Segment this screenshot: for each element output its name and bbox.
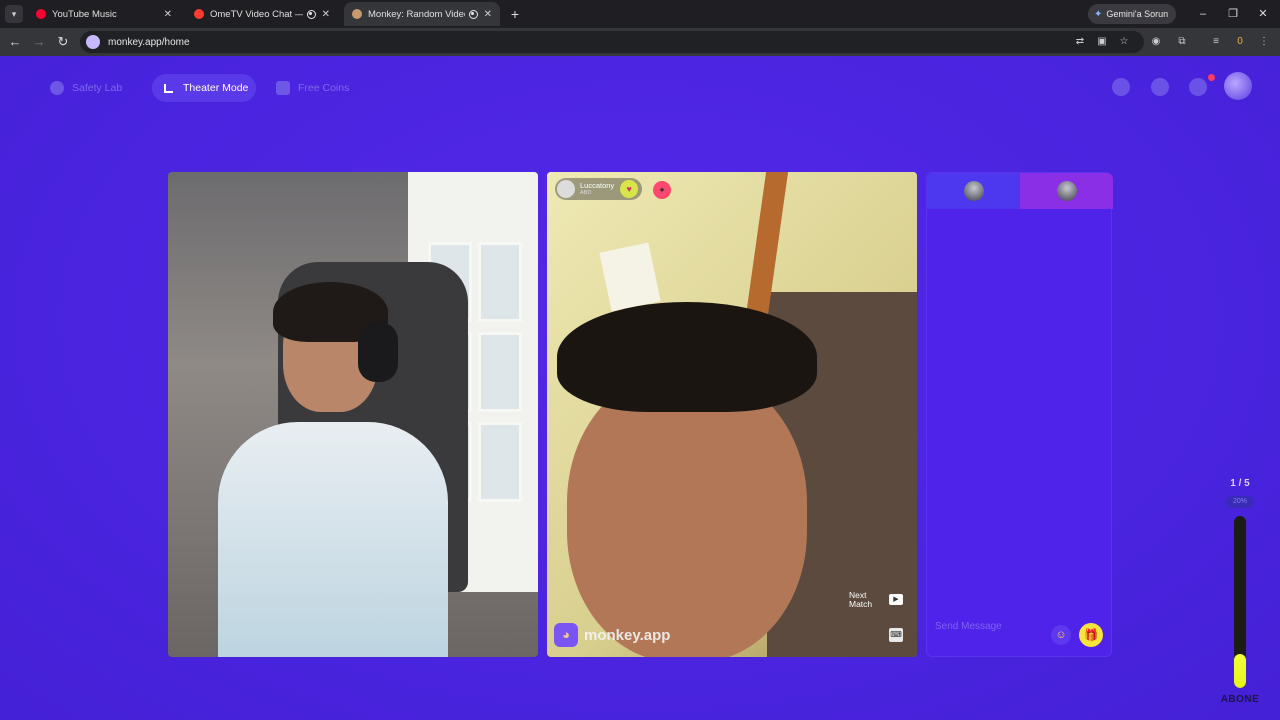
extension-badge[interactable]: 0 xyxy=(1232,34,1248,50)
match-avatar xyxy=(557,180,575,198)
forward-button[interactable]: → xyxy=(30,33,48,51)
close-icon[interactable]: ✕ xyxy=(322,9,330,20)
message-input[interactable] xyxy=(935,621,1045,632)
bookmark-star-icon[interactable]: ☆ xyxy=(1116,34,1132,50)
emoji-icon[interactable]: ☺ xyxy=(1051,625,1071,645)
messages-icon[interactable] xyxy=(1189,78,1207,96)
ometv-icon xyxy=(194,9,204,19)
self-avatar xyxy=(963,181,984,201)
gift-icon[interactable]: 🎁 xyxy=(1079,623,1103,647)
subscribe-label: ABONE xyxy=(1220,694,1260,705)
free-coins-link[interactable]: Free Coins xyxy=(276,74,349,102)
tab-label: Monkey: Random Video Ch xyxy=(368,8,465,20)
report-badge-icon[interactable]: ✦ xyxy=(653,181,671,199)
chat-tab-self[interactable] xyxy=(927,173,1020,209)
subscribe-count: 1 / 5 xyxy=(1230,478,1250,489)
theater-mode-button[interactable]: Theater Mode xyxy=(152,74,256,102)
incognito-icon[interactable]: ◉ xyxy=(1148,34,1164,50)
install-app-icon[interactable]: ▣ xyxy=(1094,34,1110,50)
reload-button[interactable]: ↻ xyxy=(54,33,72,51)
extensions-icon[interactable]: ⧉ xyxy=(1174,34,1190,50)
remote-video: Luccatony ABD ♥ ✦ ◕ monkey.app Next Matc… xyxy=(547,172,917,657)
brand-watermark: ◕ monkey.app xyxy=(554,623,670,647)
safety-lab-label: Safety Lab xyxy=(72,82,123,94)
safety-lab-link[interactable]: Safety Lab xyxy=(50,74,122,102)
youtube-music-icon xyxy=(36,9,46,19)
gemini-button[interactable]: ✦ Gemini'a Sorun xyxy=(1088,4,1176,24)
address-bar[interactable]: monkey.app/home xyxy=(80,31,1144,53)
next-match-label[interactable]: Next Match xyxy=(849,590,889,610)
subscribe-percent: 20% xyxy=(1226,496,1254,508)
tab-label: YouTube Music xyxy=(52,8,117,20)
close-icon[interactable]: ✕ xyxy=(164,9,172,20)
remote-user-image xyxy=(547,302,847,657)
expand-icon xyxy=(164,83,173,93)
monkey-icon xyxy=(352,9,362,19)
free-coins-label: Free Coins xyxy=(298,82,350,94)
history-icon[interactable] xyxy=(1151,78,1169,96)
reading-list-icon[interactable]: ≡ xyxy=(1208,34,1224,50)
new-tab-button[interactable]: + xyxy=(506,5,524,23)
monkey-app: Safety Lab Theater Mode Free Coins Lucca… xyxy=(0,56,1280,720)
monkey-logo-icon: ◕ xyxy=(554,623,578,647)
next-match-icon[interactable]: ▶ xyxy=(889,594,903,605)
match-user-chip[interactable]: Luccatony ABD ♥ xyxy=(555,178,643,200)
match-tab-avatar xyxy=(1056,181,1077,201)
subscribe-progress-bar xyxy=(1234,516,1246,688)
local-user-image xyxy=(218,282,448,657)
url-text: monkey.app/home xyxy=(108,36,190,48)
translate-icon[interactable]: ⇄ xyxy=(1072,34,1088,50)
gemini-label: Gemini'a Sorun xyxy=(1106,9,1169,19)
browser-toolbar: ← → ↻ monkey.app/home ⇄ ▣ ☆ ◉ ⧉ ≡ 0 ⋮ xyxy=(0,28,1280,56)
back-button[interactable]: ← xyxy=(6,33,24,51)
coins-icon xyxy=(276,81,290,95)
site-info-icon[interactable] xyxy=(86,35,100,49)
close-icon[interactable]: ✕ xyxy=(484,9,492,20)
tab-youtube-music[interactable]: YouTube Music ✕ xyxy=(28,2,180,26)
heart-icon[interactable]: ♥ xyxy=(620,180,639,198)
notification-badge xyxy=(1208,74,1215,81)
theater-mode-label: Theater Mode xyxy=(183,82,249,94)
chat-panel: ☺ 🎁 xyxy=(926,172,1113,657)
store-icon[interactable] xyxy=(1112,78,1130,96)
minimize-button[interactable]: – xyxy=(1194,5,1212,23)
close-window-button[interactable]: ✕ xyxy=(1254,5,1272,23)
gemini-icon: ✦ xyxy=(1094,8,1103,20)
restore-button[interactable]: ❐ xyxy=(1224,5,1242,23)
subscribe-progress-fill xyxy=(1234,654,1246,688)
match-country: ABD xyxy=(580,189,592,196)
profile-avatar[interactable] xyxy=(1224,72,1252,100)
tab-monkey[interactable]: Monkey: Random Video Ch ✕ xyxy=(344,2,500,26)
browser-menu-icon[interactable]: ⋮ xyxy=(1256,34,1272,50)
browser-tab-bar: ▾ YouTube Music ✕ OmeTV Video Chat — Ome… xyxy=(0,0,1280,28)
tab-ometv[interactable]: OmeTV Video Chat — Ome ✕ xyxy=(186,2,338,26)
tab-label: OmeTV Video Chat — Ome xyxy=(210,8,303,20)
shield-icon xyxy=(50,81,64,95)
match-username: Luccatony xyxy=(580,181,615,190)
local-video xyxy=(168,172,538,657)
tab-search-button[interactable]: ▾ xyxy=(5,5,23,23)
skip-key-icon[interactable]: ⌨ xyxy=(889,628,903,642)
recording-icon xyxy=(306,9,316,19)
chat-tab-match[interactable] xyxy=(1020,173,1113,209)
brand-text: monkey.app xyxy=(584,626,671,644)
recording-icon xyxy=(468,9,478,19)
